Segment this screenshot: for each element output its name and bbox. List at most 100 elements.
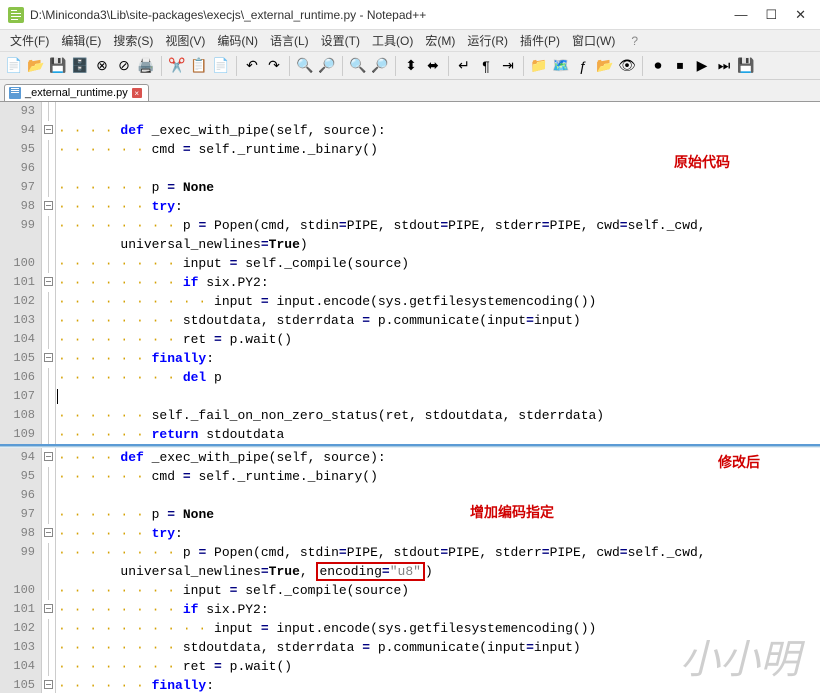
code-line[interactable]: · · · · · · · · ret = p.wait()	[56, 657, 820, 676]
fold-minus-icon[interactable]	[44, 452, 53, 461]
code-line[interactable]: · · · · · · finally:	[56, 676, 820, 693]
minimize-button[interactable]: —	[734, 7, 747, 23]
menu-edit[interactable]: 编辑(E)	[55, 32, 107, 49]
code-line[interactable]: · · · · · · · · if six.PY2:	[56, 600, 820, 619]
play-multi-icon[interactable]: ⏭	[714, 56, 734, 76]
open-file-icon[interactable]: 📂	[26, 56, 46, 76]
wordwrap-icon[interactable]: ↵	[454, 56, 474, 76]
sync-h-icon[interactable]: ⬌	[423, 56, 443, 76]
folder-workspace-icon[interactable]: 📂	[595, 56, 615, 76]
copy-icon[interactable]: 📋	[189, 56, 209, 76]
fold-minus-icon[interactable]	[44, 125, 53, 134]
menu-run[interactable]: 运行(R)	[461, 32, 514, 49]
line-number: 94	[0, 448, 42, 467]
code-line[interactable]: · · · · · · · · input = self._compile(so…	[56, 581, 820, 600]
line-number: 94	[0, 121, 42, 140]
code-line[interactable]: · · · · · · p = None	[56, 178, 820, 197]
menu-settings[interactable]: 设置(T)	[315, 32, 366, 49]
code-line[interactable]: · · · · · · · · stdoutdata, stderrdata =…	[56, 638, 820, 657]
close-all-icon[interactable]: ⊘	[114, 56, 134, 76]
menu-encoding[interactable]: 编码(N)	[211, 32, 264, 49]
cut-icon[interactable]: ✂️	[167, 56, 187, 76]
close-icon[interactable]: ⊗	[92, 56, 112, 76]
tab-close-icon[interactable]: ×	[132, 88, 142, 98]
code-line[interactable]: · · · · def _exec_with_pipe(self, source…	[56, 448, 820, 467]
stop-icon[interactable]: ⏹	[670, 56, 690, 76]
line-number: 103	[0, 311, 42, 330]
code-line[interactable]: · · · · · · try:	[56, 524, 820, 543]
code-line[interactable]: · · · · · · cmd = self._runtime._binary(…	[56, 140, 820, 159]
line-number: 102	[0, 619, 42, 638]
code-line[interactable]: · · · · · · · · del p	[56, 368, 820, 387]
code-line[interactable]: · · · · · · finally:	[56, 349, 820, 368]
line-number: 97	[0, 505, 42, 524]
replace-icon[interactable]: 🔎	[317, 56, 337, 76]
fold-minus-icon[interactable]	[44, 528, 53, 537]
code-line[interactable]: · · · · · · p = None	[56, 505, 820, 524]
code-line[interactable]: · · · · · · · · · · input = input.encode…	[56, 619, 820, 638]
file-icon	[9, 87, 21, 99]
play-icon[interactable]: ▶	[692, 56, 712, 76]
code-line[interactable]: · · · · · · · · p = Popen(cmd, stdin=PIP…	[56, 543, 820, 562]
fold-minus-icon[interactable]	[44, 277, 53, 286]
menu-window[interactable]: 窗口(W)	[566, 32, 621, 49]
code-line[interactable]: · · · · · · self._fail_on_non_zero_statu…	[56, 406, 820, 425]
fold-minus-icon[interactable]	[44, 604, 53, 613]
code-line[interactable]: · · · · def _exec_with_pipe(self, source…	[56, 121, 820, 140]
code-line[interactable]: · · · · · · · · · · input = input.encode…	[56, 292, 820, 311]
fold-minus-icon[interactable]	[44, 353, 53, 362]
menu-macro[interactable]: 宏(M)	[419, 32, 461, 49]
save-macro-icon[interactable]: 💾	[736, 56, 756, 76]
folder-icon[interactable]: 📁	[529, 56, 549, 76]
zoom-in-icon[interactable]: 🔍	[348, 56, 368, 76]
close-button[interactable]: ✕	[795, 7, 806, 23]
code-line[interactable]: · · · · · · cmd = self._runtime._binary(…	[56, 467, 820, 486]
separator	[236, 56, 237, 76]
code-line[interactable]: · · · · · · try:	[56, 197, 820, 216]
record-icon[interactable]: ⏺	[648, 56, 668, 76]
menu-file[interactable]: 文件(F)	[4, 32, 55, 49]
code-line[interactable]: universal_newlines=True, encoding="u8")	[56, 562, 820, 581]
fold-minus-icon[interactable]	[44, 201, 53, 210]
show-all-icon[interactable]: ¶	[476, 56, 496, 76]
maximize-button[interactable]: ☐	[765, 7, 777, 23]
menu-plugins[interactable]: 插件(P)	[514, 32, 566, 49]
separator	[523, 56, 524, 76]
print-icon[interactable]: 🖨️	[136, 56, 156, 76]
menu-tools[interactable]: 工具(O)	[366, 32, 419, 49]
line-number: 105	[0, 349, 42, 368]
code-line[interactable]: · · · · · · · · stdoutdata, stderrdata =…	[56, 311, 820, 330]
menu-search[interactable]: 搜索(S)	[107, 32, 159, 49]
zoom-out-icon[interactable]: 🔎	[370, 56, 390, 76]
line-number: 96	[0, 159, 42, 178]
menu-language[interactable]: 语言(L)	[264, 32, 315, 49]
monitor-icon[interactable]: 👁	[617, 56, 637, 76]
code-line[interactable]: · · · · · · · · input = self._compile(so…	[56, 254, 820, 273]
find-icon[interactable]: 🔍	[295, 56, 315, 76]
editor-area[interactable]: 原始代码 93 94· · · · def _exec_with_pipe(se…	[0, 102, 820, 693]
doc-map-icon[interactable]: 🗺️	[551, 56, 571, 76]
menu-view[interactable]: 视图(V)	[159, 32, 211, 49]
redo-icon[interactable]: ↷	[264, 56, 284, 76]
indent-icon[interactable]: ⇥	[498, 56, 518, 76]
titlebar: D:\Miniconda3\Lib\site-packages\execjs\_…	[0, 0, 820, 30]
tabbar: _external_runtime.py ×	[0, 80, 820, 102]
file-tab[interactable]: _external_runtime.py ×	[4, 84, 149, 101]
code-line[interactable]: · · · · · · · · if six.PY2:	[56, 273, 820, 292]
paste-icon[interactable]: 📄	[211, 56, 231, 76]
toolbar: 📄 📂 💾 🗄️ ⊗ ⊘ 🖨️ ✂️ 📋 📄 ↶ ↷ 🔍 🔎 🔍 🔎 ⬍ ⬌ ↵…	[0, 52, 820, 80]
code-line[interactable]: · · · · · · · · p = Popen(cmd, stdin=PIP…	[56, 216, 820, 235]
window-title: D:\Miniconda3\Lib\site-packages\execjs\_…	[30, 8, 734, 22]
save-all-icon[interactable]: 🗄️	[70, 56, 90, 76]
func-list-icon[interactable]: ƒ	[573, 56, 593, 76]
code-line[interactable]	[56, 387, 820, 406]
menu-help[interactable]: ?	[625, 34, 644, 48]
sync-v-icon[interactable]: ⬍	[401, 56, 421, 76]
undo-icon[interactable]: ↶	[242, 56, 262, 76]
save-icon[interactable]: 💾	[48, 56, 68, 76]
code-line[interactable]: · · · · · · · · ret = p.wait()	[56, 330, 820, 349]
code-line[interactable]: universal_newlines=True)	[56, 235, 820, 254]
new-file-icon[interactable]: 📄	[4, 56, 24, 76]
code-line[interactable]: · · · · · · return stdoutdata	[56, 425, 820, 444]
fold-minus-icon[interactable]	[44, 680, 53, 689]
